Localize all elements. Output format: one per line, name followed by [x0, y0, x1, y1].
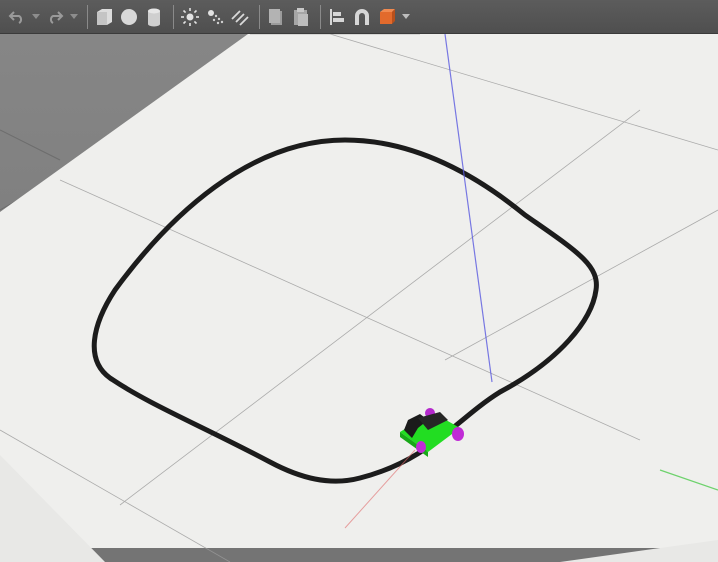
toolbar-separator [320, 4, 321, 29]
align-icon [330, 8, 344, 25]
point-light-button[interactable] [179, 5, 201, 29]
robot-wheel [452, 427, 464, 441]
sphere-button[interactable] [118, 5, 140, 29]
directional-light-icon [231, 9, 249, 26]
point-light-icon [181, 7, 199, 26]
3d-viewport[interactable] [0, 34, 718, 562]
chevron-down-icon [402, 13, 410, 19]
toolbar-separator [173, 4, 174, 29]
sphere-shape-icon [121, 8, 137, 25]
undo-icon [8, 10, 23, 24]
redo-button[interactable] [44, 5, 66, 29]
copy-button[interactable] [265, 5, 287, 29]
spot-light-icon [208, 9, 224, 24]
scene-canvas [0, 34, 718, 562]
redo-icon [49, 10, 64, 24]
snap-magnet-icon [355, 8, 369, 25]
toolbar [0, 0, 718, 34]
undo-dropdown-button[interactable] [31, 5, 41, 29]
spot-light-button[interactable] [204, 5, 226, 29]
change-view-icon [380, 8, 395, 24]
cylinder-shape-icon [148, 8, 160, 26]
box-button[interactable] [93, 5, 115, 29]
copy-icon [269, 8, 282, 25]
redo-dropdown-button[interactable] [69, 5, 79, 29]
directional-light-button[interactable] [229, 5, 251, 29]
chevron-down-icon [70, 13, 78, 19]
change-view-button[interactable] [376, 5, 398, 29]
toolbar-separator [87, 4, 88, 29]
paste-button[interactable] [290, 5, 312, 29]
view-dropdown-button[interactable] [401, 5, 411, 29]
align-button[interactable] [326, 5, 348, 29]
toolbar-separator [259, 4, 260, 29]
snap-button[interactable] [351, 5, 373, 29]
paste-icon [294, 7, 308, 26]
undo-button[interactable] [6, 5, 28, 29]
chevron-down-icon [32, 13, 40, 19]
cylinder-button[interactable] [143, 5, 165, 29]
robot-wheel [416, 441, 426, 453]
box-shape-icon [97, 8, 112, 25]
